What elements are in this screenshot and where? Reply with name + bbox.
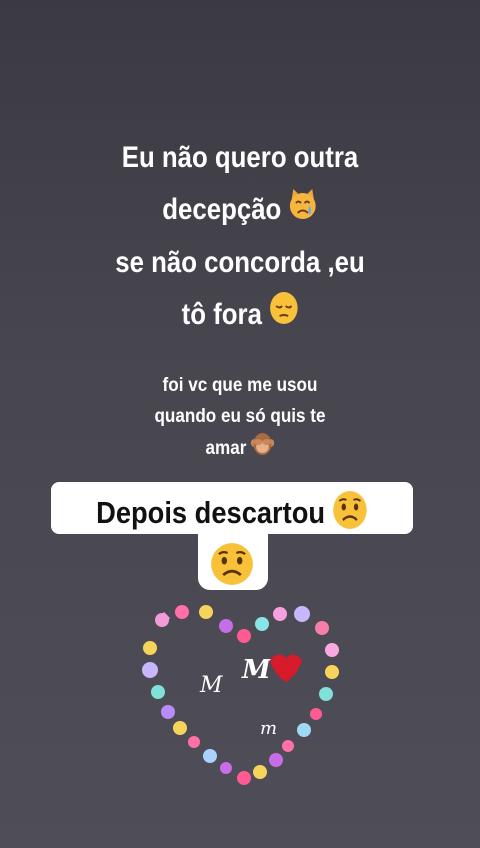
crying-cat-icon: [288, 185, 317, 237]
pensive-face-icon: [269, 290, 298, 342]
main-line-4-wrap: tô fora: [34, 289, 447, 342]
worried-face-icon-2: [210, 542, 254, 586]
see-no-evil-monkey-icon: [251, 432, 275, 466]
worried-face-icon: [333, 490, 368, 540]
main-line-2-wrap: decepção: [34, 184, 447, 237]
secondary-message: foi vc que me usou quando eu só quis te …: [24, 370, 456, 466]
secondary-line-1: foi vc que me usou: [162, 375, 318, 396]
sticker-letter-m-small: m: [260, 718, 277, 739]
secondary-line-3-wrap: amar: [24, 432, 456, 466]
highlight-message: Depois descartou: [73, 490, 392, 540]
highlight-text: Depois descartou: [96, 495, 326, 531]
main-line-4: tô fora: [181, 298, 262, 332]
story-canvas: Eu não quero outra decepção se não conco…: [0, 0, 480, 848]
main-line-2: decepção: [162, 193, 282, 226]
main-line-1: Eu não quero outra: [121, 141, 359, 174]
red-heart-icon: [270, 654, 302, 682]
sticker-letter-m-left: M: [199, 673, 223, 698]
main-line-3: se não concorda ,eu: [115, 246, 365, 280]
secondary-line-2: quando eu só quis te: [154, 406, 326, 427]
main-message: Eu não quero outra decepção se não conco…: [34, 132, 447, 342]
heart-emoji-ring-icon: [142, 605, 339, 785]
sticker-letter-big-m: M: [241, 655, 272, 685]
secondary-line-3: amar: [205, 438, 247, 460]
heart-frame-sticker: M M m: [138, 600, 348, 790]
